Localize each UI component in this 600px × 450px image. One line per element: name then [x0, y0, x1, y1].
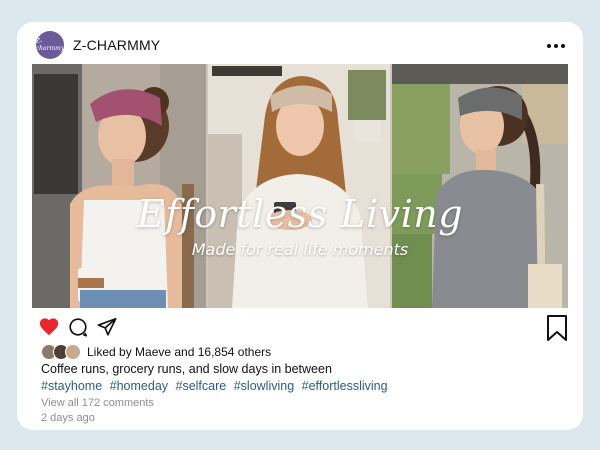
overlay-title: Effortless Living	[136, 192, 464, 236]
photo-panel-beige-headband	[208, 64, 390, 308]
photo-panel-magenta-headband	[32, 64, 206, 308]
hashtag-link[interactable]: #homeday	[110, 379, 168, 393]
likes-count[interactable]: Liked by Maeve and 16,854 others	[87, 345, 271, 359]
post-header: Z-charmmy Z-CHARMMY	[17, 22, 583, 64]
account-name[interactable]: Z-CHARMMY	[73, 37, 160, 53]
avatar-logo-text: Z-charmmy	[36, 38, 64, 52]
hashtag-link[interactable]: #selfcare	[176, 379, 227, 393]
bookmark-icon[interactable]	[546, 314, 568, 342]
overlay-subtitle: Made for real life moments	[191, 240, 409, 259]
share-icon[interactable]	[96, 316, 118, 338]
hashtags: #stayhome #homeday #selfcare #slowliving…	[41, 379, 392, 393]
post-actions	[17, 308, 583, 348]
post-card: Z-charmmy Z-CHARMMY Effortless Living Ma…	[17, 22, 583, 430]
hashtag-link[interactable]: #slowliving	[234, 379, 294, 393]
post-media[interactable]: Effortless Living Made for real life mom…	[32, 64, 568, 308]
avatar[interactable]: Z-charmmy	[36, 31, 64, 59]
likes-row: Liked by Maeve and 16,854 others	[41, 343, 271, 361]
caption-text: Coffee runs, grocery runs, and slow days…	[41, 362, 332, 376]
hashtag-link[interactable]: #stayhome	[41, 379, 102, 393]
heart-icon[interactable]	[38, 316, 60, 338]
hashtag-link[interactable]: #effortlessliving	[302, 379, 388, 393]
view-comments-link[interactable]: View all 172 comments	[41, 397, 154, 409]
photo-panel-gray-headband	[392, 64, 568, 308]
liker-avatars[interactable]	[41, 344, 85, 360]
liker-avatar	[65, 344, 81, 360]
comment-icon[interactable]	[67, 316, 89, 338]
post-timestamp: 2 days ago	[41, 412, 95, 424]
more-horizontal-icon[interactable]	[547, 38, 565, 54]
